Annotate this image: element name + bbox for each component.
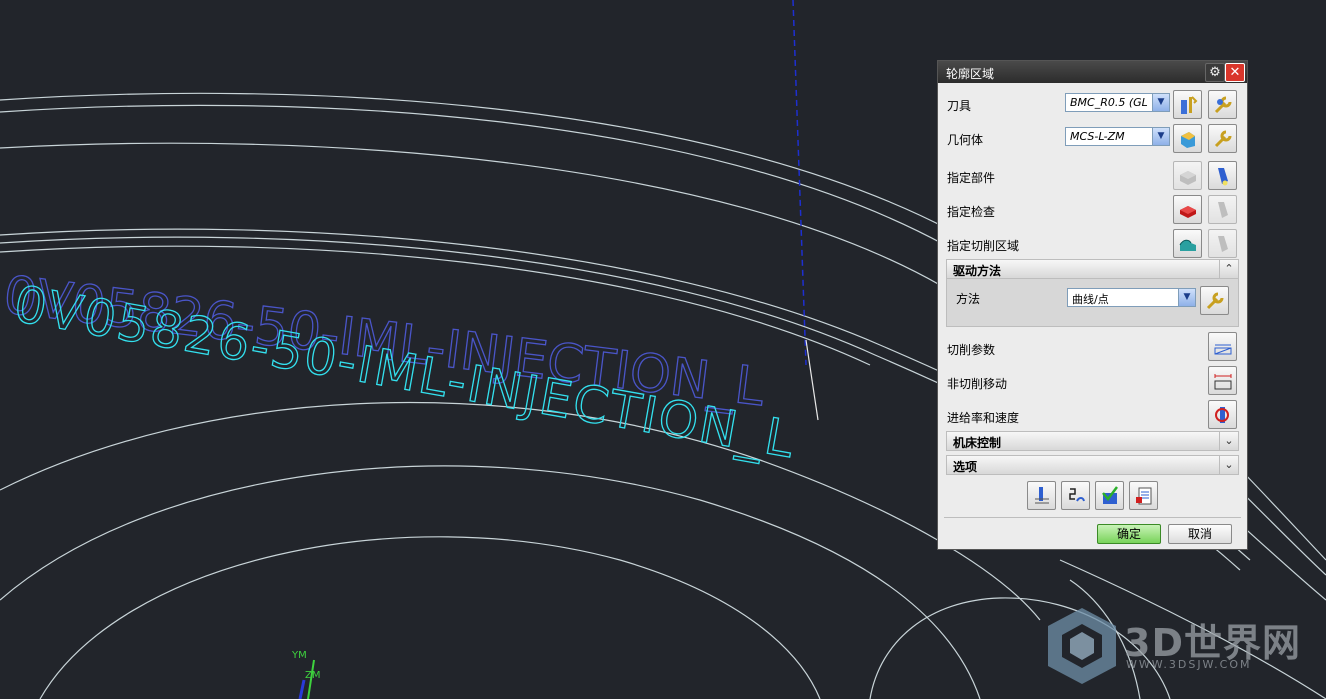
flashlight-icon <box>1217 201 1228 218</box>
select-check-button[interactable] <box>1173 195 1202 224</box>
tool-row: 刀具 BMC_R0.5 (GL ▼ <box>938 89 1247 119</box>
new-geometry-button[interactable] <box>1173 124 1202 153</box>
edit-geometry-button[interactable] <box>1208 124 1237 153</box>
tool-select-value: BMC_R0.5 (GL <box>1070 96 1148 109</box>
replay-button[interactable] <box>1061 481 1090 510</box>
part-icon <box>1179 170 1196 185</box>
options-header: 选项 <box>953 460 978 474</box>
flashlight-icon <box>1217 167 1228 185</box>
chevron-down-icon: ▼ <box>1152 94 1169 111</box>
non-cutting-moves-label: 非切削移动 <box>947 377 1008 391</box>
list-button[interactable] <box>1129 481 1158 510</box>
feeds-speeds-label: 进给率和速度 <box>947 411 1020 425</box>
options-section-header[interactable]: 选项 ⌄ <box>946 455 1239 475</box>
chevron-down-icon[interactable]: ⌄ <box>1219 432 1238 450</box>
machine-control-header: 机床控制 <box>953 436 1002 450</box>
wrench-icon <box>1214 130 1231 147</box>
cutting-params-label: 切削参数 <box>947 343 996 357</box>
generate-button[interactable] <box>1027 481 1056 510</box>
drive-method-section-header[interactable]: 驱动方法 ⌃ <box>946 259 1239 279</box>
drive-method-group: 方法 曲线/点 ▼ <box>946 279 1239 327</box>
contour-area-dialog: 轮廓区域 ⚙ ✕ 刀具 BMC_R0.5 (GL ▼ 几何体 MCS-L-ZM … <box>937 60 1248 550</box>
geometry-row: 几何体 MCS-L-ZM ▼ <box>938 123 1247 153</box>
drive-method-header: 驱动方法 <box>953 264 1002 278</box>
verify-button[interactable] <box>1095 481 1124 510</box>
cut-area-icon <box>1179 239 1196 251</box>
zm-axis-label: ZM <box>305 670 320 681</box>
geometry-select[interactable]: MCS-L-ZM ▼ <box>1065 127 1170 146</box>
generate-icon <box>1034 486 1049 503</box>
watermark: 3D世界网 WWW.3DSJW.COM <box>1040 602 1320 692</box>
edit-tool-button[interactable] <box>1208 90 1237 119</box>
chevron-up-icon[interactable]: ⌃ <box>1219 260 1238 278</box>
new-tool-icon <box>1180 95 1197 114</box>
list-icon <box>1135 487 1151 504</box>
chevron-down-icon: ▼ <box>1178 289 1195 306</box>
cancel-button[interactable]: 取消 <box>1168 524 1232 544</box>
specify-cut-area-row: 指定切削区域 <box>938 227 1247 258</box>
boundary-line <box>805 339 819 421</box>
non-cutting-moves-icon <box>1214 373 1231 389</box>
tool-label: 刀具 <box>947 99 972 113</box>
verify-icon <box>1101 485 1118 504</box>
non-cutting-moves-button[interactable] <box>1208 366 1237 395</box>
show-cut-area-button[interactable] <box>1208 229 1237 258</box>
method-select[interactable]: 曲线/点 ▼ <box>1067 288 1196 307</box>
specify-check-row: 指定检查 <box>938 193 1247 224</box>
wrench-icon <box>1214 96 1231 113</box>
wrench-icon <box>1206 292 1223 309</box>
check-geometry-icon <box>1179 205 1196 218</box>
machine-control-section-header[interactable]: 机床控制 ⌄ <box>946 431 1239 451</box>
feeds-speeds-button[interactable] <box>1208 400 1237 429</box>
show-check-button[interactable] <box>1208 195 1237 224</box>
specify-cut-area-label: 指定切削区域 <box>947 239 1020 253</box>
dialog-titlebar[interactable]: 轮廓区域 ⚙ ✕ <box>938 61 1247 83</box>
feeds-speeds-icon <box>1214 406 1229 423</box>
specify-part-label: 指定部件 <box>947 171 996 185</box>
select-part-button[interactable] <box>1173 161 1202 190</box>
tool-select[interactable]: BMC_R0.5 (GL ▼ <box>1065 93 1170 112</box>
select-cut-area-button[interactable] <box>1173 229 1202 258</box>
specify-part-row: 指定部件 <box>938 159 1247 190</box>
cutting-params-row: 切削参数 <box>938 331 1247 361</box>
new-tool-button[interactable] <box>1173 90 1202 119</box>
new-geometry-icon <box>1180 131 1195 148</box>
method-select-value: 曲线/点 <box>1072 293 1109 306</box>
watermark-url: WWW.3DSJW.COM <box>1126 658 1252 671</box>
wcs-triad-icon: YM ZM <box>291 650 320 699</box>
cutting-params-button[interactable] <box>1208 332 1237 361</box>
chevron-down-icon: ▼ <box>1152 128 1169 145</box>
ok-button[interactable]: 确定 <box>1097 524 1161 544</box>
edit-drive-method-button[interactable] <box>1200 286 1229 315</box>
show-part-button[interactable] <box>1208 161 1237 190</box>
gear-icon[interactable]: ⚙ <box>1205 63 1225 82</box>
divider <box>944 517 1241 518</box>
specify-check-label: 指定检查 <box>947 205 996 219</box>
geometry-label: 几何体 <box>947 133 984 147</box>
cutting-params-icon <box>1214 344 1231 354</box>
dialog-title: 轮廓区域 <box>946 67 995 81</box>
replay-icon <box>1068 487 1085 502</box>
feeds-speeds-row: 进给率和速度 <box>938 399 1247 429</box>
cube-logo-icon <box>1048 608 1116 684</box>
chevron-down-icon[interactable]: ⌄ <box>1219 456 1238 474</box>
ym-axis-label: YM <box>291 650 307 661</box>
flashlight-icon <box>1217 235 1228 252</box>
close-icon[interactable]: ✕ <box>1225 63 1245 82</box>
method-label: 方法 <box>956 292 981 306</box>
geometry-select-value: MCS-L-ZM <box>1070 130 1125 143</box>
non-cutting-moves-row: 非切削移动 <box>938 365 1247 395</box>
